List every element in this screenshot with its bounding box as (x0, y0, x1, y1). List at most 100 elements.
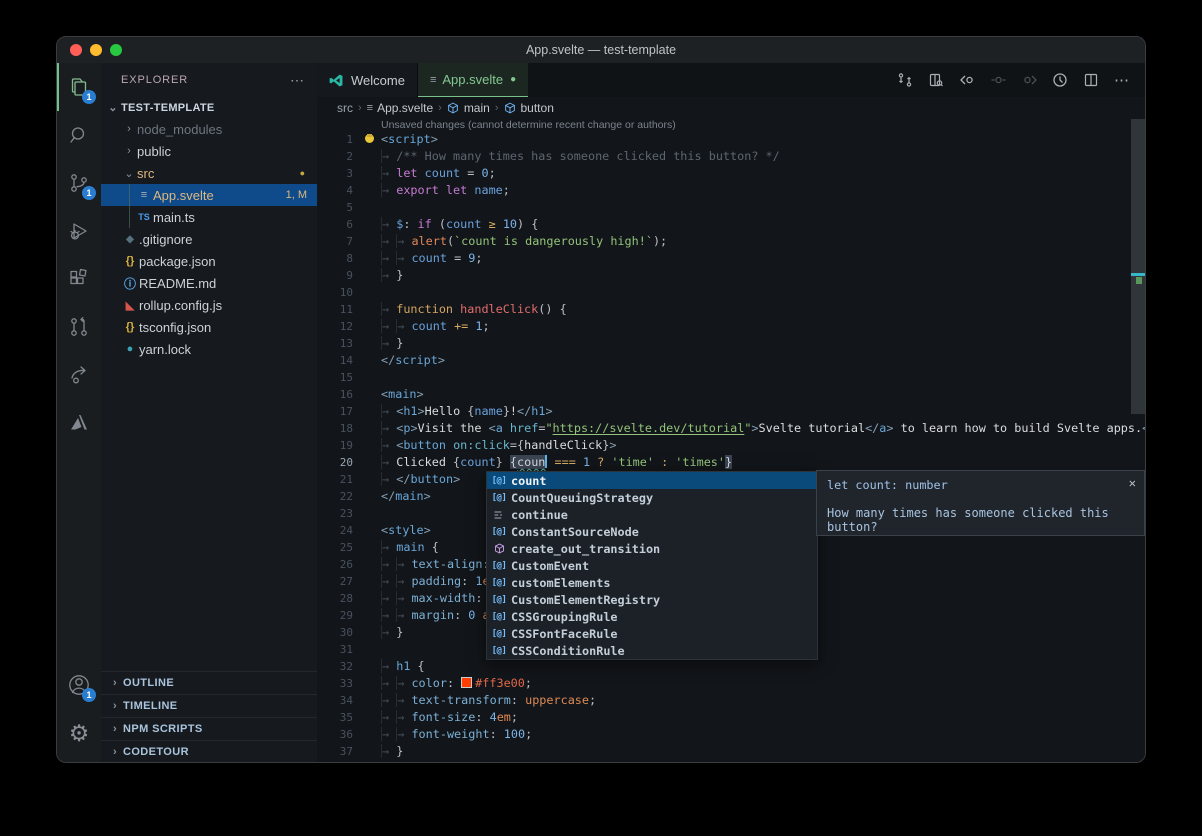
code-line-8[interactable]: 8→ → count = 9; (317, 250, 1131, 267)
suggestion-create_out_transition[interactable]: create_out_transition (487, 540, 817, 557)
file-tree-item-readme-md[interactable]: ⓘREADME.md (101, 272, 317, 294)
activity-run-and-debug-icon[interactable] (57, 207, 101, 255)
suggestion-constantsourcenode[interactable]: [@]ConstantSourceNode (487, 523, 817, 540)
code-line-5[interactable]: 5 (317, 199, 1131, 216)
breadcrumb-item-button[interactable]: button (504, 101, 554, 115)
activity-search-icon[interactable] (57, 111, 101, 159)
code-line-17[interactable]: 17→ <h1>Hello {name}!</h1> (317, 403, 1131, 420)
suggestion-count[interactable]: [@]count (487, 472, 817, 489)
change-indicator-icon[interactable] (987, 69, 1009, 91)
symbol-variable-icon: [@] (487, 476, 511, 486)
sidebar-panel-timeline[interactable]: ›TIMELINE (101, 694, 317, 717)
code-line-15[interactable]: 15 (317, 369, 1131, 386)
suggestion-cssconditionrule[interactable]: [@]CSSConditionRule (487, 642, 817, 659)
code-line-18[interactable]: 18→ <p>Visit the <a href="https://svelte… (317, 420, 1131, 437)
chevron-right-icon: › (121, 145, 137, 157)
code-line-11[interactable]: 11→ function handleClick() { (317, 301, 1131, 318)
zoom-window-button[interactable] (110, 44, 122, 56)
code-line-9[interactable]: 9→ } (317, 267, 1131, 284)
code-line-37[interactable]: 37→ } (317, 743, 1131, 760)
codelens-annotation[interactable]: Unsaved changes (cannot determine recent… (381, 119, 676, 131)
code-line-6[interactable]: 6→ $: if (count ≥ 10) { (317, 216, 1131, 233)
file-name: App.svelte (153, 188, 214, 203)
file-tree-item-package-json[interactable]: {}package.json (101, 250, 317, 272)
code-line-7[interactable]: 7→ → alert(`count is dangerously high!`)… (317, 233, 1131, 250)
code-editor[interactable]: Unsaved changes (cannot determine recent… (317, 118, 1145, 763)
suggestion-customelementregistry[interactable]: [@]CustomElementRegistry (487, 591, 817, 608)
file-tree-item-public[interactable]: ›public (101, 140, 317, 162)
code-line-2[interactable]: 2→ /** How many times has someone clicke… (317, 148, 1131, 165)
code-line-33[interactable]: 33→ → color: #ff3e00; (317, 675, 1131, 692)
code-line-14[interactable]: 14</script> (317, 352, 1131, 369)
suggestion-cssgroupingrule[interactable]: [@]CSSGroupingRule (487, 608, 817, 625)
code-line-36[interactable]: 36→ → font-weight: 100; (317, 726, 1131, 743)
explorer-more-actions-icon[interactable]: ⋯ (290, 72, 305, 89)
activity-extensions-icon[interactable] (57, 255, 101, 303)
activity-settings-gear-icon[interactable]: ⚙ (57, 709, 101, 757)
breadcrumb-item-src[interactable]: src (337, 101, 353, 115)
code-line-12[interactable]: 12→ → count += 1; (317, 318, 1131, 335)
file-tree-item-rollup-config-js[interactable]: ◣rollup.config.js (101, 294, 317, 316)
activity-live-share-icon[interactable] (57, 351, 101, 399)
panel-title: CODETOUR (123, 746, 189, 758)
next-change-icon[interactable] (1018, 69, 1040, 91)
modified-dot-icon: ● (300, 168, 305, 178)
code-line-19[interactable]: 19→ <button on:click={handleClick}> (317, 437, 1131, 454)
code-line-34[interactable]: 34→ → text-transform: uppercase; (317, 692, 1131, 709)
file-tree-item-main-ts[interactable]: TSmain.ts (101, 206, 317, 228)
code-text (353, 369, 381, 386)
suggestion-customevent[interactable]: [@]CustomEvent (487, 557, 817, 574)
previous-change-icon[interactable] (956, 69, 978, 91)
file-history-icon[interactable] (1049, 69, 1071, 91)
file-tree-item-node-modules[interactable]: ›node_modules (101, 118, 317, 140)
close-window-button[interactable] (70, 44, 82, 56)
explorer-title: EXPLORER (121, 74, 188, 86)
code-line-4[interactable]: 4→ export let name; (317, 182, 1131, 199)
breadcrumb-item-app-svelte[interactable]: ≡App.svelte (367, 101, 433, 115)
code-line-1[interactable]: 1<script> (317, 131, 1131, 148)
open-changes-icon[interactable] (925, 69, 947, 91)
minimize-window-button[interactable] (90, 44, 102, 56)
tab-welcome[interactable]: Welcome (317, 63, 418, 97)
lightbulb-icon[interactable] (363, 134, 375, 146)
file-tree-item-src[interactable]: ⌄src● (101, 162, 317, 184)
code-line-10[interactable]: 10 (317, 284, 1131, 301)
code-text: → } (353, 624, 403, 641)
tab-app-svelte[interactable]: ≡ App.svelte ● (418, 63, 528, 97)
code-text: </main> (353, 488, 431, 505)
unsaved-dot-icon: ● (510, 74, 516, 85)
suggestion-countqueuingstrategy[interactable]: [@]CountQueuingStrategy (487, 489, 817, 506)
code-text: <main> (353, 386, 424, 403)
code-line-16[interactable]: 16<main> (317, 386, 1131, 403)
breadcrumb-item-main[interactable]: main (447, 101, 490, 115)
title-bar[interactable]: App.svelte — test-template (57, 37, 1145, 63)
chevron-right-icon: › (107, 746, 123, 758)
suggestion-cssfontfacerule[interactable]: [@]CSSFontFaceRule (487, 625, 817, 642)
scrollbar-thumb[interactable] (1131, 119, 1145, 414)
activity-accounts-icon[interactable]: 1 (57, 661, 101, 709)
more-actions-icon[interactable]: ⋯ (1111, 69, 1133, 91)
activity-azure-icon[interactable] (57, 399, 101, 447)
sidebar-panel-codetour[interactable]: ›CODETOUR (101, 740, 317, 763)
code-line-32[interactable]: 32→ h1 { (317, 658, 1131, 675)
activity-github-pull-requests-icon[interactable] (57, 303, 101, 351)
suggestion-customelements[interactable]: [@]customElements (487, 574, 817, 591)
file-tree-item-app-svelte[interactable]: ≡App.svelte1, M (101, 184, 317, 206)
activity-explorer-icon[interactable]: 1 (57, 63, 101, 111)
code-line-20[interactable]: 20→ Clicked {count} {coun === 1 ? 'time'… (317, 454, 1131, 471)
file-tree-item-yarn-lock[interactable]: ●yarn.lock (101, 338, 317, 360)
project-root-folder[interactable]: ⌄ TEST-TEMPLATE (101, 97, 317, 118)
file-tree-item-tsconfig-json[interactable]: {}tsconfig.json (101, 316, 317, 338)
git-compare-icon[interactable] (894, 69, 916, 91)
code-line-3[interactable]: 3→ let count = 0; (317, 165, 1131, 182)
close-icon[interactable]: ✕ (1129, 476, 1136, 490)
split-editor-icon[interactable] (1080, 69, 1102, 91)
activity-source-control-icon[interactable]: 1 (57, 159, 101, 207)
suggestion-continue[interactable]: continue (487, 506, 817, 523)
sidebar-panel-npm-scripts[interactable]: ›NPM SCRIPTS (101, 717, 317, 740)
file-tree-item--gitignore[interactable]: ◆.gitignore (101, 228, 317, 250)
code-line-35[interactable]: 35→ → font-size: 4em; (317, 709, 1131, 726)
code-line-13[interactable]: 13→ } (317, 335, 1131, 352)
sidebar-panel-outline[interactable]: ›OUTLINE (101, 671, 317, 694)
svelte-file-icon: ≡ (135, 189, 153, 201)
